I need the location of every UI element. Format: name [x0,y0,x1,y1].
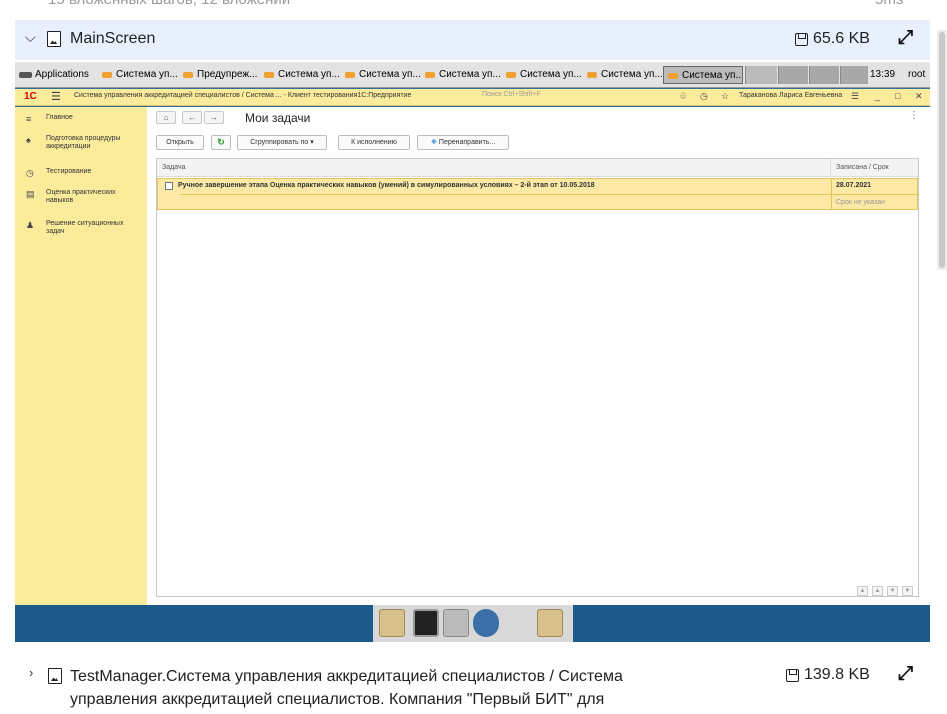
page-title: Мои задачи [245,111,311,125]
nested-steps-text: 15 вложенных шагов, 12 вложений [48,0,290,8]
folder-icon[interactable] [537,609,563,637]
taskbar-tray-icon[interactable] [745,66,777,84]
taskbar-item-active[interactable]: Система уп... [663,66,743,84]
last-page-icon[interactable]: ▼ [902,586,913,596]
restore-icon[interactable]: □ [895,91,900,101]
list-icon: ≡ [26,114,32,124]
more-options-icon[interactable]: ⋮ [909,110,919,121]
taskbar-item[interactable]: Система уп... [502,66,582,84]
save-icon [795,33,808,46]
save-icon [786,669,799,682]
attachment-name[interactable]: TestManager.Система управления аккредита… [70,665,700,711]
previous-step-summary: 15 вложенных шагов, 12 вложений 5ms [0,0,947,18]
first-page-icon[interactable]: ▲ [857,586,868,596]
open-button[interactable]: Открыть [156,135,204,150]
taskbar-slot [778,66,808,84]
execute-button[interactable]: К исполнению [338,135,410,150]
folder-icon[interactable] [379,609,405,637]
browser-icon[interactable] [473,609,499,637]
star-icon[interactable]: ☆ [721,91,729,102]
image-file-icon [48,668,62,684]
task-date: 28.07.2021 [836,182,872,189]
main-content: ⌂ ← → Мои задачи ⋮ Открыть ↻ Сгруппирова… [147,107,930,605]
attachment-header[interactable]: ⌵ MainScreen 65.6 KB ⤢ [15,20,930,60]
forward-arrow-icon[interactable]: → [204,111,224,124]
clock-icon: ◷ [26,168,34,178]
dock-panel [373,605,573,642]
fullscreen-icon[interactable]: ⤢ [898,27,913,49]
column-header-task[interactable]: Задача [162,164,186,171]
row-divider [180,194,919,195]
page-down-icon[interactable]: ▼ [887,586,898,596]
taskbar-item[interactable]: Система уп... [98,66,178,84]
column-divider [830,159,831,177]
taskbar-applications[interactable]: Applications [17,66,91,84]
settings-icon[interactable]: ☰ [851,91,859,102]
refresh-icon[interactable]: ↻ [211,135,231,150]
chevron-right-icon[interactable]: › [29,665,33,680]
taskbar-item[interactable]: Система уп... [421,66,501,84]
scrollbar-thumb[interactable] [939,32,945,268]
taskbar-user: root [908,69,926,80]
redirect-button[interactable]: ❖ Перенаправить... [417,135,509,150]
report-page: 15 вложенных шагов, 12 вложений 5ms ⌵ Ma… [0,0,947,714]
group-by-label: Сгруппировать по [250,139,309,146]
column-header-date[interactable]: Записана / Срок [836,164,889,171]
hamburger-menu-icon[interactable]: ☰ [51,90,61,103]
home-icon[interactable]: ⌂ [156,111,176,124]
back-arrow-icon[interactable]: ← [182,111,202,124]
next-attachment[interactable]: › TestManager.Система управления аккреди… [0,656,947,714]
app-titlebar: 1С ☰ Система управления аккредитацией сп… [15,89,930,106]
task-icon [165,182,173,190]
os-taskbar: Applications Система уп... Предупреж... … [15,62,930,88]
sidebar-item-label: Главное [46,114,73,121]
app-logo: 1С [24,91,37,102]
table-header: Задача Записана / Срок [157,159,918,177]
history-icon[interactable]: ◷ [700,91,708,102]
image-file-icon [47,31,61,47]
taskbar-item[interactable]: Система уп... [341,66,421,84]
redirect-label: Перенаправить... [438,139,496,146]
group-by-button[interactable]: Сгруппировать по ▾ [237,135,327,150]
taskbar-item[interactable]: Система уп... [583,66,663,84]
close-icon[interactable]: ✕ [915,91,923,102]
person-icon: ♟ [26,220,35,230]
chevron-down-icon[interactable]: ⌵ [25,29,36,46]
taskbar-item[interactable]: Система уп... [260,66,340,84]
attachment-size: 139.8 KB [804,666,870,683]
sidebar-item-label: Решение ситуационных задач [46,220,124,235]
search-input[interactable]: Поиск Ctrl+Shift+F [482,91,662,103]
duration-text: 5ms [875,0,903,8]
people-icon: ♠ [26,135,31,145]
bell-icon[interactable]: ♧ [679,91,687,102]
sidebar-item-label: Подготовка процедуры аккредитации [46,135,121,150]
task-title: Ручное завершение этапа Оценка практичес… [178,182,595,189]
redirect-icon: ❖ [430,139,437,146]
taskbar-clock: 13:39 [870,69,896,80]
attachment-size: 65.6 KB [813,30,870,47]
file-manager-icon[interactable] [443,609,469,637]
page-scrollbar[interactable] [937,30,947,270]
sidebar-item-label: Тестирование [46,168,92,175]
taskbar-slot [809,66,839,84]
page-up-icon[interactable]: ▲ [872,586,883,596]
current-user[interactable]: Тараканова Лариса Евгеньевна [739,92,842,99]
terminal-icon[interactable] [413,609,439,637]
os-dock [15,605,930,642]
taskbar-item[interactable]: Предупреж... [179,66,259,84]
attachment-name[interactable]: MainScreen [70,30,155,48]
screenshot-image: Applications Система уп... Предупреж... … [15,62,930,642]
app-sidebar: ≡ Главное ♠ Подготовка процедуры аккреди… [15,107,147,605]
taskbar-slot [840,66,868,84]
window-title: Система управления аккредитацией специал… [74,92,412,99]
fullscreen-icon[interactable]: ⤢ [898,663,913,685]
tasks-table: Задача Записана / Срок Ручное завершение… [156,158,919,597]
minimize-icon[interactable]: _ [875,91,880,101]
table-row[interactable]: Ручное завершение этапа Оценка практичес… [157,178,919,210]
task-deadline: Срок не указан [836,199,886,206]
clipboard-icon: ▤ [26,189,35,199]
sidebar-item-label: Оценка практических навыков [46,189,116,204]
